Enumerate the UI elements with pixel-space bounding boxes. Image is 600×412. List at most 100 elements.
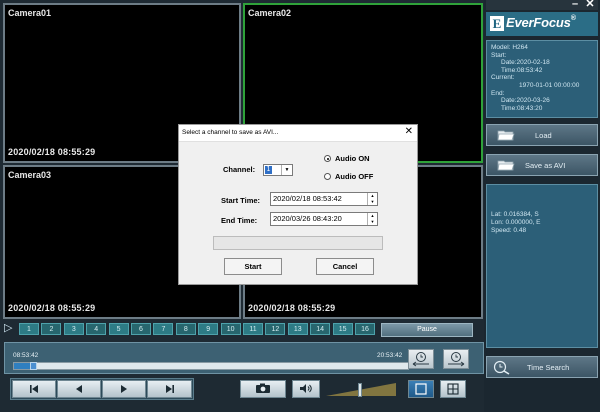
step-back-time-button[interactable]: [408, 349, 434, 369]
channel-button-12[interactable]: 12: [265, 323, 286, 335]
export-progress-bar: [213, 236, 383, 250]
play-button[interactable]: [102, 380, 146, 398]
channel-button-11[interactable]: 11: [243, 323, 263, 335]
camera-label: Camera01: [8, 8, 52, 18]
channel-button-7[interactable]: 7: [153, 323, 174, 335]
channel-button-2[interactable]: 2: [41, 323, 62, 335]
end-date: Date:2020-03-26: [501, 97, 550, 105]
end-time: Time:08:43:20: [501, 104, 543, 112]
save-as-avi-label: Save as AVI: [525, 161, 566, 170]
start-button[interactable]: Start: [224, 258, 282, 275]
channel-button-3[interactable]: 3: [63, 323, 84, 335]
channel-label: Channel:: [223, 165, 256, 174]
speaker-icon: [300, 384, 312, 393]
channel-button-9[interactable]: 9: [198, 323, 219, 335]
step-back-button[interactable]: [57, 380, 101, 398]
start-time-field[interactable]: 2020/02/18 08:53:42 ▲ ▼: [270, 192, 378, 206]
timeline-slider[interactable]: [13, 362, 409, 370]
camera-timestamp: 2020/02/18 08:55:29: [8, 303, 96, 313]
channel-button-10[interactable]: 10: [220, 323, 241, 335]
folder-open-icon: [497, 130, 515, 141]
logo-mark: E: [490, 16, 504, 31]
dialog-title: Select a channel to save as AVI...: [182, 129, 279, 136]
channel-button-8[interactable]: 8: [175, 323, 196, 335]
start-time-label: Start Time:: [221, 196, 261, 205]
skip-to-end-button[interactable]: [147, 380, 192, 398]
spin-down-icon[interactable]: ▼: [368, 199, 377, 205]
model-info: Model: H264: [491, 44, 528, 51]
start-label: Start:: [491, 51, 507, 59]
spin-down-icon[interactable]: ▼: [368, 219, 377, 225]
pause-button[interactable]: Pause: [381, 323, 473, 337]
gps-speed: Speed: 0.48: [491, 227, 527, 234]
dialog-close-icon[interactable]: ✕: [405, 126, 413, 137]
chevron-down-icon: ▼: [281, 165, 292, 175]
audio-off-radio[interactable]: [324, 173, 331, 180]
close-icon[interactable]: ✕: [583, 0, 597, 10]
timeline-thumb[interactable]: [29, 362, 37, 370]
start-date: Date:2020-02-18: [501, 59, 550, 67]
channel-select-value: 1: [265, 166, 272, 174]
camera-icon: [256, 383, 270, 393]
camera-label: Camera03: [8, 170, 52, 180]
quad-view-button[interactable]: [440, 380, 466, 398]
channel-button-1[interactable]: 1: [19, 323, 39, 335]
save-as-avi-button[interactable]: Save as AVI: [486, 154, 598, 176]
folder-save-icon: [497, 160, 515, 171]
play-reverse-icon: [76, 385, 82, 393]
channel-button-6[interactable]: 6: [131, 323, 151, 335]
load-button[interactable]: Load: [486, 124, 598, 146]
channel-button-5[interactable]: 5: [108, 323, 129, 335]
time-search-button[interactable]: Time Search: [486, 356, 598, 378]
minimize-icon[interactable]: –: [568, 0, 582, 10]
channel-button-4[interactable]: 4: [86, 323, 107, 335]
channel-button-14[interactable]: 14: [310, 323, 331, 335]
skip-end-icon: [165, 385, 174, 393]
cancel-button[interactable]: Cancel: [316, 258, 374, 275]
channel-button-13[interactable]: 13: [287, 323, 308, 335]
skip-to-start-button[interactable]: [12, 380, 56, 398]
start-time-spinner[interactable]: ▲ ▼: [367, 193, 377, 205]
channel-select[interactable]: 1 ▼: [263, 164, 293, 176]
save-avi-dialog: Select a channel to save as AVI... ✕ Cha…: [178, 124, 418, 285]
gps-longitude: Lon: 0.000000, E: [491, 219, 541, 226]
load-label: Load: [535, 131, 552, 140]
step-forward-time-button[interactable]: [443, 349, 469, 369]
camera-timestamp: 2020/02/18 08:55:29: [248, 303, 336, 313]
current-value: 1970-01-01 00:00:00: [519, 81, 580, 89]
end-time-field[interactable]: 2020/03/26 08:43:20 ▲ ▼: [270, 212, 378, 226]
audio-off-label: Audio OFF: [335, 172, 374, 181]
recording-info-panel: Model: H264 Start: Date:2020-02-18 Time:…: [486, 40, 598, 118]
timeline-progress: [14, 363, 30, 369]
play-icon: [121, 385, 127, 393]
start-time-value: 2020/02/18 08:53:42: [273, 194, 342, 203]
logo-text: EverFocus®: [506, 15, 576, 30]
gps-latitude: Lat: 0.016384, S: [491, 211, 539, 218]
end-label: End:: [491, 89, 505, 97]
quad-layout-icon: [447, 383, 459, 395]
snapshot-button[interactable]: [240, 380, 286, 398]
timeline-end-time: 20:53:42: [377, 352, 403, 359]
dialog-titlebar: Select a channel to save as AVI... ✕: [179, 125, 417, 142]
single-layout-icon: [415, 383, 427, 395]
camera-label: Camera02: [248, 8, 292, 18]
timeline-panel: 08:53:42 20:53:42: [4, 342, 484, 374]
clock-forward-icon: [448, 352, 465, 367]
audio-on-radio[interactable]: [324, 155, 331, 162]
end-time-spinner[interactable]: ▲ ▼: [367, 213, 377, 225]
everfocus-logo: E EverFocus®: [486, 12, 598, 36]
clock-search-icon: [493, 360, 510, 375]
gps-info-panel: Lat: 0.016384, S Lon: 0.000000, E Speed:…: [486, 184, 598, 348]
single-view-button[interactable]: [408, 380, 434, 398]
volume-slider-thumb[interactable]: [357, 383, 362, 397]
start-time: Time:08:53:42: [501, 66, 543, 74]
timeline-start-time: 08:53:42: [13, 352, 39, 359]
clock-rewind-icon: [412, 352, 429, 367]
end-time-label: End Time:: [221, 216, 258, 225]
skip-start-icon: [30, 385, 38, 393]
audio-on-label: Audio ON: [335, 154, 370, 163]
current-label: Current:: [491, 74, 515, 82]
channel-button-15[interactable]: 15: [332, 323, 353, 335]
channel-button-16[interactable]: 16: [355, 323, 375, 335]
mute-button[interactable]: [292, 380, 320, 398]
